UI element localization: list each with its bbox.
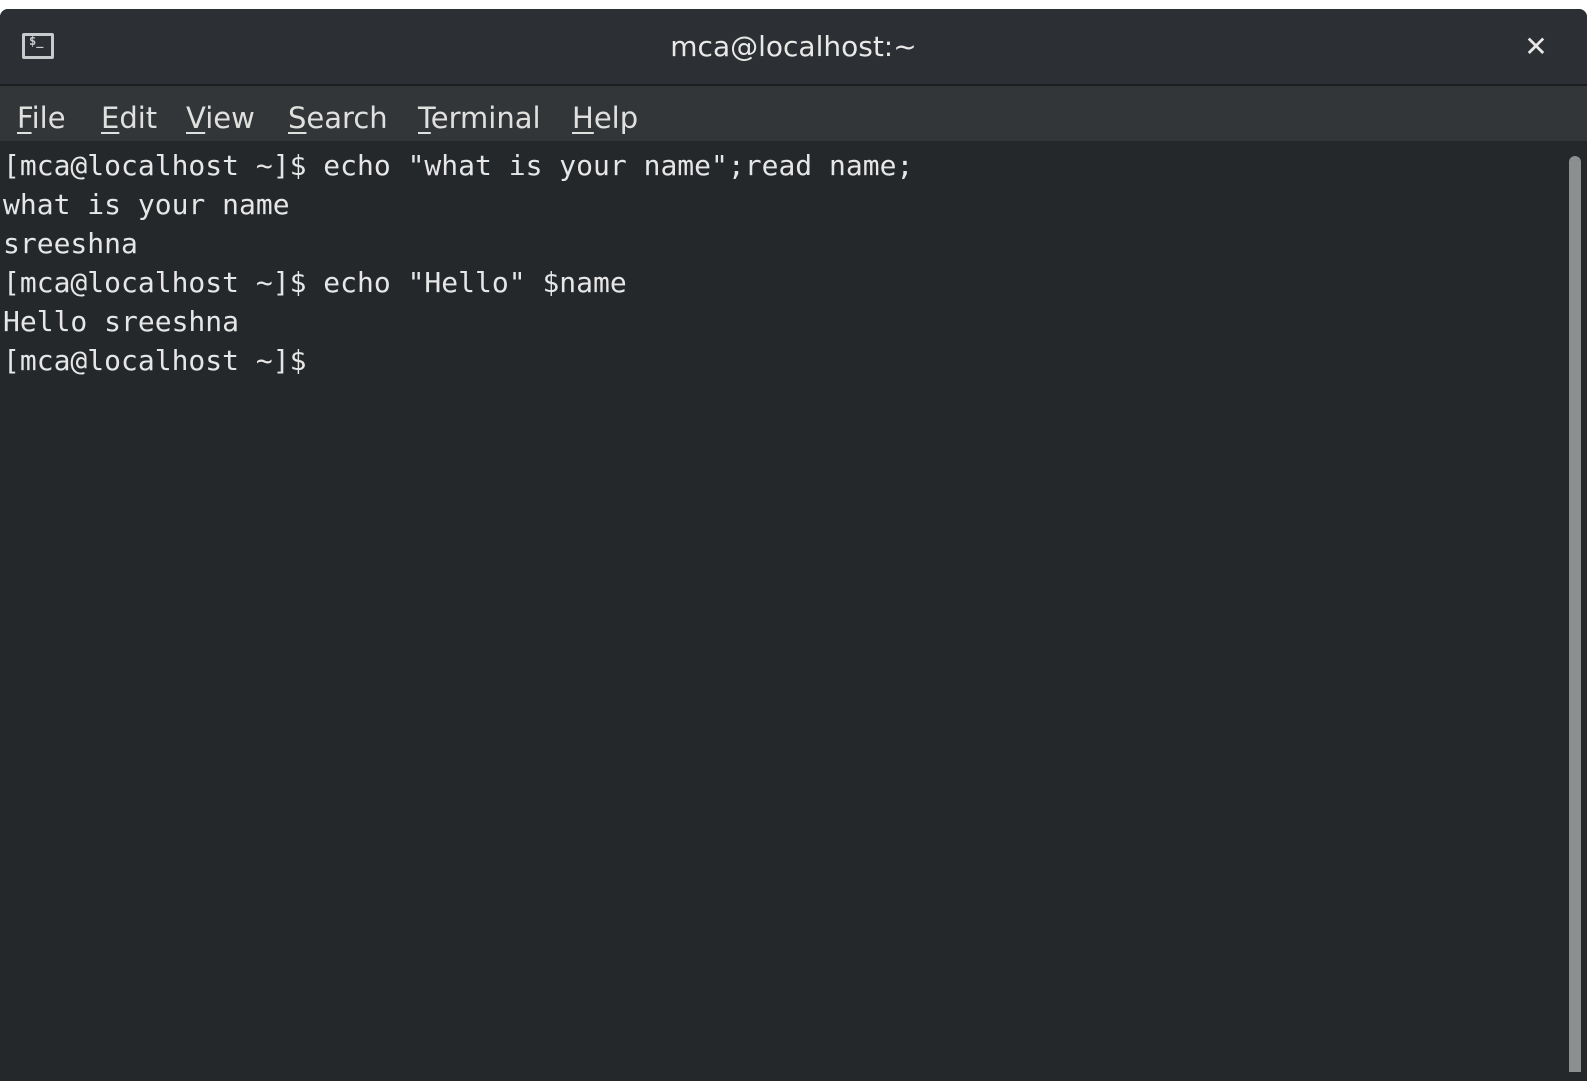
menu-terminal-label: erminal	[430, 101, 541, 135]
menu-search-mnemonic: S	[288, 101, 307, 135]
menu-file-label: ile	[31, 101, 66, 135]
terminal-line: what is your name	[3, 188, 290, 221]
menu-terminal-mnemonic: T	[418, 101, 431, 135]
menu-view-label: iew	[205, 101, 255, 135]
menu-edit-mnemonic: E	[101, 101, 120, 135]
menu-search-label: earch	[306, 101, 388, 135]
terminal-output[interactable]: [mca@localhost ~]$ echo "what is your na…	[0, 141, 1566, 1072]
title-bar[interactable]: $_ mca@localhost:~ ✕	[0, 9, 1587, 86]
close-icon[interactable]: ✕	[1516, 27, 1556, 67]
menu-view-mnemonic: V	[186, 101, 206, 135]
terminal-prompt-line[interactable]: [mca@localhost ~]$	[3, 342, 323, 380]
terminal-line: sreeshna	[3, 227, 138, 260]
menu-help-mnemonic: H	[572, 101, 594, 135]
terminal-line: [mca@localhost ~]$ echo "what is your na…	[3, 149, 914, 182]
window-title: mca@localhost:~	[670, 30, 917, 63]
terminal-line: Hello sreeshna	[3, 305, 240, 338]
menu-edit-label: dit	[119, 101, 158, 135]
menu-help-label: elp	[593, 101, 639, 135]
menu-file-mnemonic: F	[17, 101, 32, 135]
terminal-line: [mca@localhost ~]$ echo "Hello" $name	[3, 266, 627, 299]
scrollbar-thumb[interactable]	[1569, 156, 1581, 1072]
